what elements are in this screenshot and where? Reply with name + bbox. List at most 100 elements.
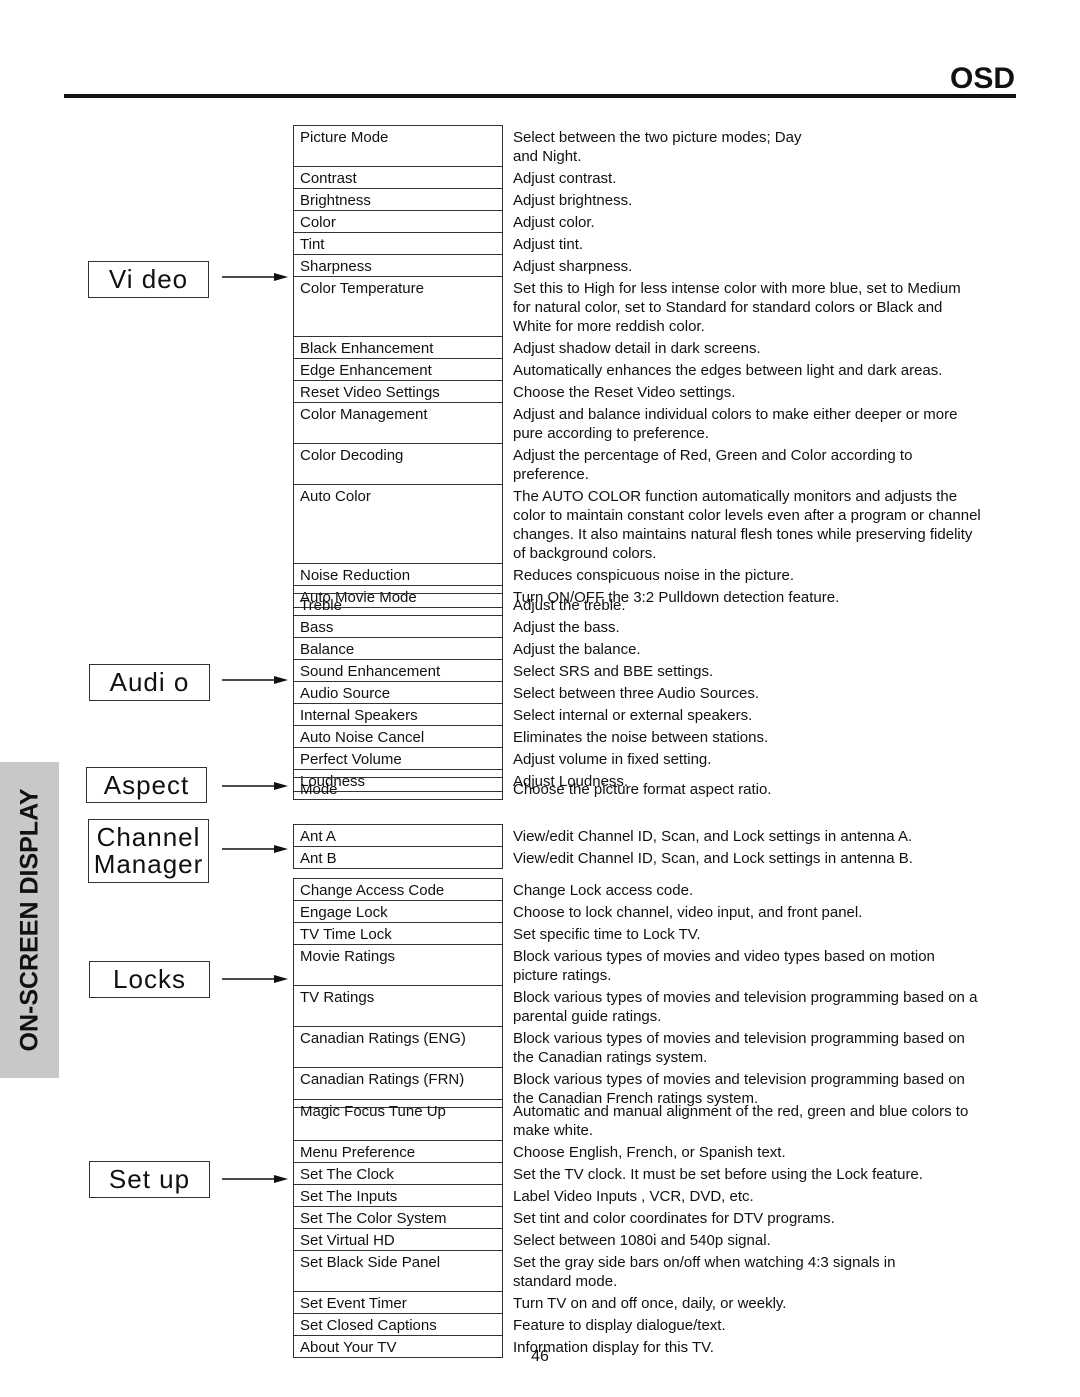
menu-item-name: Auto Noise Cancel [293, 725, 503, 747]
menu-row: Sound Enhancement Select SRS and BBE sett… [293, 659, 1033, 681]
menu-row: Set Black Side Panel Set the gray side ba… [293, 1250, 1033, 1291]
menu-row: Menu Preference Choose English, French, o… [293, 1140, 1033, 1162]
menu-item-description: Select internal or external speakers. [513, 707, 753, 724]
menu-item-name: Picture Mode [293, 125, 503, 166]
locks-menu-table: Change Access Code Change Lock access cod… [293, 878, 1033, 1108]
menu-item-description: Adjust the percentage of Red, Green and … [513, 447, 913, 483]
menu-row: Set The Clock Set the TV clock. It must b… [293, 1162, 1033, 1184]
menu-item-name: Color Decoding [293, 443, 503, 484]
menu-item-description: Adjust contrast. [513, 170, 617, 187]
menu-row: Color Adjust color. [293, 210, 1033, 232]
menu-item-name: Set Event Timer [293, 1291, 503, 1313]
menu-item-description: Select between 1080i and 540p signal. [513, 1232, 771, 1249]
menu-row: TV Time Lock Set specific time to Lock TV… [293, 922, 1033, 944]
menu-item-name: Magic Focus Tune Up [293, 1099, 503, 1140]
menu-item-name: Perfect Volume [293, 747, 503, 769]
menu-item-name: Internal Speakers [293, 703, 503, 725]
arrow-icon [222, 975, 288, 983]
menu-item-name: Engage Lock [293, 900, 503, 922]
menu-item-name: TV Ratings [293, 985, 503, 1026]
menu-item-description: Set this to High for less intense color … [513, 280, 961, 335]
header-rule [64, 94, 1016, 98]
arrow-icon [222, 676, 288, 684]
menu-row: Picture Mode Select between the two pictu… [293, 125, 1033, 166]
menu-item-name: Audio Source [293, 681, 503, 703]
menu-row: Color Management Adjust and balance indiv… [293, 402, 1033, 443]
menu-row: Perfect Volume Adjust volume in fixed set… [293, 747, 1033, 769]
menu-row: Reset Video Settings Choose the Reset Vid… [293, 380, 1033, 402]
section-aspect: Aspect [86, 767, 207, 803]
menu-row: Edge Enhancement Automatically enhances t… [293, 358, 1033, 380]
menu-row: Treble Adjust the treble. [293, 593, 1033, 615]
menu-item-name: Mode [293, 777, 503, 800]
menu-row: Change Access Code Change Lock access cod… [293, 878, 1033, 900]
arrow-icon [222, 782, 288, 790]
section-setup: Set up [89, 1161, 210, 1198]
menu-item-name: Black Enhancement [293, 336, 503, 358]
arrow-icon [222, 273, 288, 281]
menu-item-name: Color Management [293, 402, 503, 443]
menu-item-name: Brightness [293, 188, 503, 210]
menu-row: Internal Speakers Select internal or exte… [293, 703, 1033, 725]
menu-item-description: Feature to display dialogue/text. [513, 1317, 726, 1334]
menu-row: Movie Ratings Block various types of movi… [293, 944, 1033, 985]
menu-row: TV Ratings Block various types of movies … [293, 985, 1033, 1026]
menu-row: Set The Inputs Label Video Inputs , VCR, … [293, 1184, 1033, 1206]
menu-item-name: Movie Ratings [293, 944, 503, 985]
menu-row: Audio Source Select between three Audio S… [293, 681, 1033, 703]
menu-item-description: Adjust tint. [513, 236, 584, 253]
menu-row: Sharpness Adjust sharpness. [293, 254, 1033, 276]
menu-item-description: View/edit Channel ID, Scan, and Lock set… [513, 850, 913, 867]
menu-row: Ant B View/edit Channel ID, Scan, and Loc… [293, 846, 1033, 869]
menu-item-description: Label Video Inputs , VCR, DVD, etc. [513, 1188, 754, 1205]
menu-item-description: Choose the Reset Video settings. [513, 384, 736, 401]
menu-row: Set Closed Captions Feature to display di… [293, 1313, 1033, 1335]
menu-item-name: Menu Preference [293, 1140, 503, 1162]
menu-item-name: Bass [293, 615, 503, 637]
menu-item-name: Set The Clock [293, 1162, 503, 1184]
page-header-title: OSD [949, 62, 1015, 95]
menu-row: Contrast Adjust contrast. [293, 166, 1033, 188]
menu-item-description: Block various types of movies and televi… [513, 989, 978, 1025]
arrow-icon [222, 1175, 288, 1183]
menu-item-name: Set Closed Captions [293, 1313, 503, 1335]
menu-item-description: Adjust shadow detail in dark screens. [513, 340, 761, 357]
menu-row: Set Event Timer Turn TV on and off once, … [293, 1291, 1033, 1313]
channel-manager-menu-table: Ant A View/edit Channel ID, Scan, and Loc… [293, 824, 1033, 869]
video-menu-table: Picture Mode Select between the two pictu… [293, 125, 1033, 608]
menu-row: Black Enhancement Adjust shadow detail in… [293, 336, 1033, 358]
menu-item-description: Set tint and color coordinates for DTV p… [513, 1210, 835, 1227]
menu-item-name: Sound Enhancement [293, 659, 503, 681]
side-tab-label: ON-SCREEN DISPLAY [15, 788, 43, 1052]
menu-item-description: Adjust the bass. [513, 619, 620, 636]
menu-item-name: Auto Color [293, 484, 503, 563]
menu-item-name: Set The Color System [293, 1206, 503, 1228]
menu-row: Canadian Ratings (ENG) Block various type… [293, 1026, 1033, 1067]
menu-item-name: Set The Inputs [293, 1184, 503, 1206]
menu-item-description: Block various types of movies and televi… [513, 1030, 965, 1066]
menu-item-name: Balance [293, 637, 503, 659]
menu-row: Tint Adjust tint. [293, 232, 1033, 254]
section-locks: Locks [89, 961, 210, 998]
menu-item-description: Select between three Audio Sources. [513, 685, 759, 702]
menu-item-description: The AUTO COLOR function automatically mo… [513, 488, 981, 562]
setup-menu-table: Magic Focus Tune Up Automatic and manual … [293, 1099, 1033, 1358]
menu-row: Noise Reduction Reduces conspicuous noise… [293, 563, 1033, 585]
menu-item-description: Choose to lock channel, video input, and… [513, 904, 863, 921]
menu-item-name: Reset Video Settings [293, 380, 503, 402]
menu-item-description: Eliminates the noise between stations. [513, 729, 769, 746]
menu-item-name: Ant A [293, 824, 503, 846]
menu-item-description: View/edit Channel ID, Scan, and Lock set… [513, 828, 913, 845]
menu-row: Magic Focus Tune Up Automatic and manual … [293, 1099, 1033, 1140]
menu-row: Color Temperature Set this to High for le… [293, 276, 1033, 336]
menu-item-description: Choose English, French, or Spanish text. [513, 1144, 786, 1161]
menu-item-description: Adjust brightness. [513, 192, 633, 209]
section-channel-manager: Channel Manager [88, 819, 209, 883]
menu-row: Ant A View/edit Channel ID, Scan, and Loc… [293, 824, 1033, 846]
menu-row: Set The Color System Set tint and color c… [293, 1206, 1033, 1228]
menu-row: Auto Noise Cancel Eliminates the noise be… [293, 725, 1033, 747]
menu-item-description: Select between the two picture modes; Da… [513, 129, 802, 165]
menu-item-name: Color [293, 210, 503, 232]
menu-row: Bass Adjust the bass. [293, 615, 1033, 637]
menu-item-description: Automatically enhances the edges between… [513, 362, 943, 379]
